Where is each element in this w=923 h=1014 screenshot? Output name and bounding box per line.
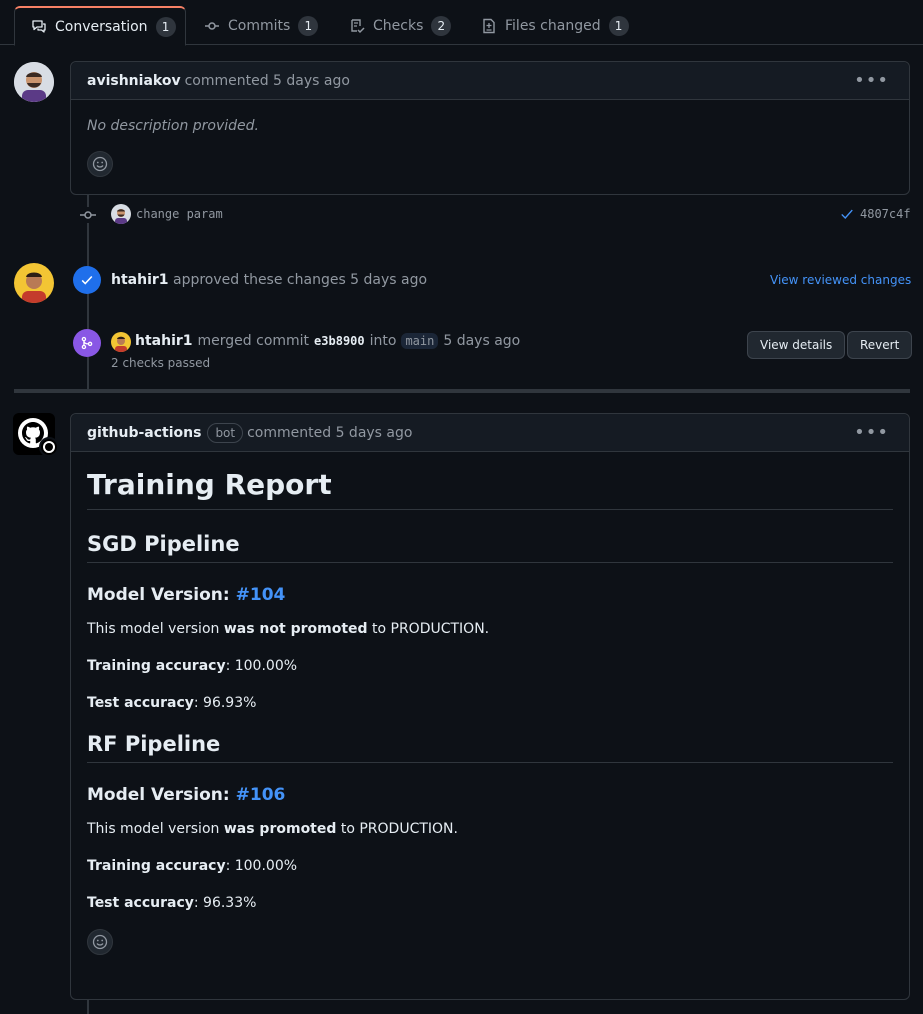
sgd-training-accuracy: Training accuracy: 100.00%: [87, 658, 893, 674]
comment-header: avishniakov commented 5 days ago: [71, 62, 909, 100]
approval-text: approved these changes 5 days ago: [172, 272, 428, 288]
model-version-link[interactable]: #106: [236, 785, 286, 805]
merge-timestamp[interactable]: 5 days ago: [443, 333, 520, 349]
metric-label: Test accuracy: [87, 695, 194, 711]
rf-heading: RF Pipeline: [87, 732, 893, 763]
metric-value: : 100.00%: [225, 658, 298, 674]
app-badge-icon: [39, 437, 59, 457]
promotion-status: was promoted: [223, 821, 337, 837]
add-reaction-button[interactable]: [87, 151, 113, 177]
metric-value: : 96.33%: [193, 895, 257, 911]
promotion-text: This model version: [87, 821, 220, 837]
avatar[interactable]: [14, 263, 54, 303]
rf-training-accuracy: Training accuracy: 100.00%: [87, 858, 893, 874]
timeline-line: [87, 999, 89, 1014]
check-icon: [841, 209, 853, 219]
timeline-divider: [14, 389, 910, 393]
avatar[interactable]: [13, 413, 59, 457]
rf-promotion: This model version was promoted to PRODU…: [87, 821, 893, 837]
comment-author[interactable]: github-actions: [87, 425, 201, 441]
commit-sha[interactable]: 4807c4f: [860, 207, 911, 221]
commit-message[interactable]: change param: [136, 207, 223, 221]
kebab-menu-icon[interactable]: •••: [854, 422, 889, 443]
rf-model-version: Model Version: #106: [87, 785, 893, 805]
tab-commits[interactable]: Commits 1: [188, 6, 334, 45]
merge-text: merged commit: [197, 333, 310, 349]
merge-event: htahir1 merged commit e3b8900 into main …: [135, 333, 520, 349]
add-reaction-button[interactable]: [87, 929, 113, 955]
metric-value: : 96.93%: [193, 695, 257, 711]
commit-icon: [204, 18, 220, 34]
tab-label: Checks: [373, 17, 424, 34]
model-version-link[interactable]: #104: [236, 585, 286, 605]
commit-status: 4807c4f: [840, 207, 911, 221]
metric-label: Training accuracy: [87, 658, 226, 674]
model-version-label: Model Version:: [87, 585, 230, 605]
promotion-target: to PRODUCTION.: [340, 821, 458, 837]
comment-box: github-actions bot commented 5 days ago …: [70, 413, 910, 1000]
commit-node-icon: [79, 207, 97, 223]
tab-counter: 1: [608, 15, 629, 36]
kebab-menu-icon[interactable]: •••: [854, 70, 889, 91]
avatar[interactable]: [111, 204, 131, 224]
smiley-icon: [92, 156, 108, 172]
comment-box: avishniakov commented 5 days ago ••• No …: [70, 61, 910, 195]
comment-body: No description provided.: [71, 100, 909, 177]
tab-checks[interactable]: Checks 2: [333, 6, 467, 45]
avatar[interactable]: [14, 62, 54, 102]
comment-timestamp[interactable]: commented 5 days ago: [185, 73, 350, 89]
approval-event: htahir1 approved these changes 5 days ag…: [111, 272, 427, 288]
promotion-target: to PRODUCTION.: [372, 621, 490, 637]
checklist-icon: [349, 18, 365, 34]
report-title: Training Report: [87, 468, 893, 510]
training-report: Training Report SGD Pipeline Model Versi…: [71, 452, 909, 955]
merge-into-text: into: [369, 333, 397, 349]
sgd-test-accuracy: Test accuracy: 96.93%: [87, 695, 893, 711]
tab-counter: 2: [431, 15, 452, 36]
file-diff-icon: [481, 18, 497, 34]
approval-author[interactable]: htahir1: [111, 272, 169, 288]
promotion-status: was not promoted: [223, 621, 368, 637]
sgd-heading: SGD Pipeline: [87, 532, 893, 563]
metric-value: : 100.00%: [225, 858, 298, 874]
comment-header: github-actions bot commented 5 days ago: [71, 414, 909, 452]
tab-label: Conversation: [55, 18, 148, 35]
view-details-button[interactable]: View details: [747, 331, 846, 359]
metric-label: Training accuracy: [87, 858, 226, 874]
view-reviewed-changes-link[interactable]: View reviewed changes: [770, 273, 911, 287]
bot-badge: bot: [207, 422, 244, 443]
comment-text: No description provided.: [87, 118, 259, 134]
tab-conversation[interactable]: Conversation 1: [14, 6, 186, 46]
metric-label: Test accuracy: [87, 895, 194, 911]
rf-test-accuracy: Test accuracy: 96.33%: [87, 895, 893, 911]
merged-icon: [73, 329, 101, 357]
model-version-label: Model Version:: [87, 785, 230, 805]
conversation-icon: [31, 19, 47, 35]
pr-tabs: Conversation 1 Commits 1 Checks 2 Files …: [0, 0, 923, 46]
sgd-promotion: This model version was not promoted to P…: [87, 621, 893, 637]
comment-timestamp[interactable]: commented 5 days ago: [247, 425, 412, 441]
merge-commit-sha[interactable]: e3b8900: [314, 334, 365, 348]
tab-label: Commits: [228, 17, 291, 34]
sgd-model-version: Model Version: #104: [87, 585, 893, 605]
checks-passed-text[interactable]: 2 checks passed: [111, 356, 210, 370]
smiley-icon: [92, 934, 108, 950]
approved-check-icon: [73, 266, 101, 294]
merge-author[interactable]: htahir1: [135, 333, 193, 349]
revert-button[interactable]: Revert: [847, 331, 913, 359]
promotion-text: This model version: [87, 621, 220, 637]
tab-label: Files changed: [505, 17, 601, 34]
tab-files-changed[interactable]: Files changed 1: [465, 6, 645, 45]
tab-counter: 1: [155, 16, 176, 37]
comment-author[interactable]: avishniakov: [87, 73, 181, 89]
tab-counter: 1: [298, 15, 319, 36]
avatar[interactable]: [111, 332, 131, 352]
branch-label[interactable]: main: [401, 333, 439, 349]
